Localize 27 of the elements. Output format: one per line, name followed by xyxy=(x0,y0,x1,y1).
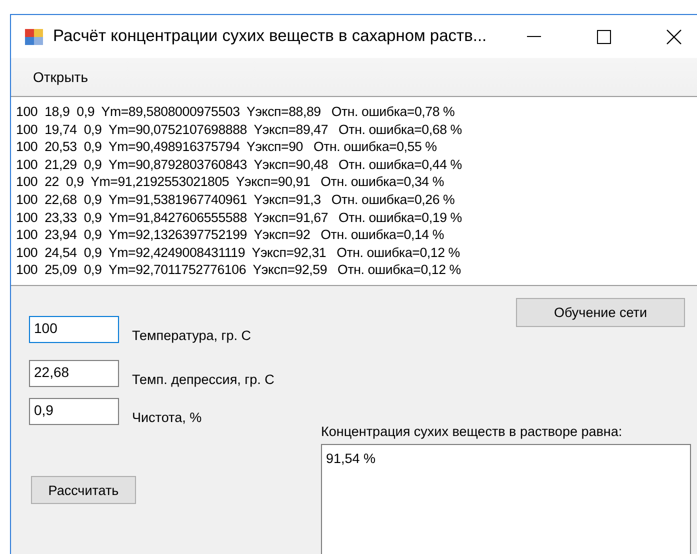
input-field[interactable]: 22,68 xyxy=(29,360,119,387)
field-label: Чистота, % xyxy=(132,410,202,425)
result-textbox[interactable]: 91,54 % xyxy=(321,444,691,554)
result-label: Концентрация сухих веществ в растворе равна: xyxy=(321,424,624,439)
log-line: 100 19,74 0,9 Ym=90,0752107698888 Yэксп=89,47 Отн. ошибка=0,68 % xyxy=(16,120,463,138)
log-line: 100 22 0,9 Ym=91,2192553021805 Yэксп=90,91 Отн. ошибка=0,34 % xyxy=(16,173,445,191)
input-field[interactable]: 0,9 xyxy=(29,398,119,425)
train-button[interactable]: Обучение сети xyxy=(516,298,685,327)
log-line: 100 23,94 0,9 Ym=92,1326397752199 Yэксп=92 Отн. ошибка=0,14 % xyxy=(16,226,445,244)
field-label: Темп. депрессия, гр. С xyxy=(132,372,274,387)
log-line: 100 20,53 0,9 Ym=90,498916375794 Yэксп=90 Отн. ошибка=0,55 % xyxy=(16,138,438,156)
log-line: 100 25,09 0,9 Ym=92,7011752776106 Yэксп=92,59 Отн. ошибка=0,12 % xyxy=(16,261,462,279)
log-line: 100 23,33 0,9 Ym=91,8427606555588 Yэксп=91,67 Отн. ошибка=0,19 % xyxy=(16,208,463,226)
minimize-icon xyxy=(527,36,541,37)
window-title: Расчёт концентрации сухих веществ в сахарном раств... xyxy=(53,27,487,46)
maximize-icon xyxy=(597,30,611,44)
app-icon xyxy=(25,28,43,44)
log-textbox[interactable] xyxy=(11,97,697,286)
log-line: 100 24,54 0,9 Ym=92,4249008431119 Yэксп=92,31 Отн. ошибка=0,12 % xyxy=(16,244,461,262)
input-field[interactable]: 100 xyxy=(29,316,119,343)
menu-item[interactable]: Открыть xyxy=(33,67,88,87)
log-line: 100 22,68 0,9 Ym=91,5381967740961 Yэксп=91,3 Отн. ошибка=0,26 % xyxy=(16,190,456,209)
log-line: 100 21,29 0,9 Ym=90,8792803760843 Yэксп=90,48 Отн. ошибка=0,44 % xyxy=(16,156,463,174)
calculate-button[interactable]: Рассчитать xyxy=(31,476,136,504)
log-line: 100 18,9 0,9 Ym=89,5808000975503 Yэксп=88,89 Отн. ошибка=0,78 % xyxy=(16,103,456,121)
close-icon xyxy=(666,28,682,44)
field-label: Температура, гр. С xyxy=(132,328,251,343)
